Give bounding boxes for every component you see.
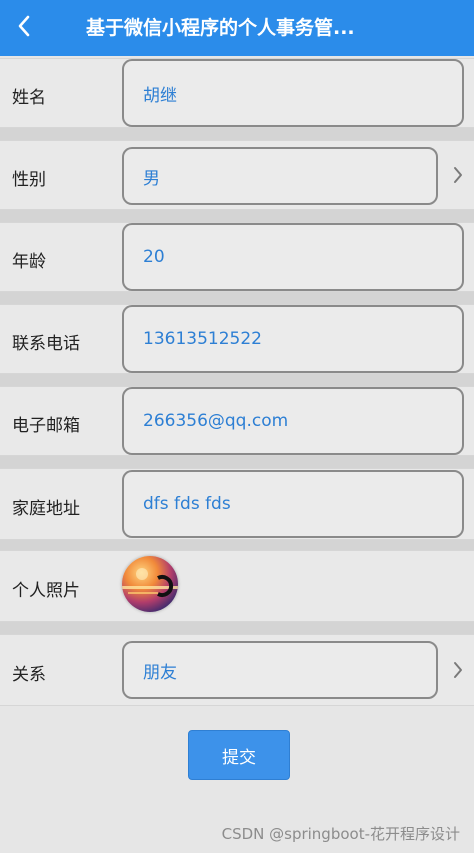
navbar: 基于微信小程序的个人事务管... (0, 0, 474, 56)
name-field[interactable]: 胡继 (122, 59, 464, 127)
chevron-left-icon (16, 14, 32, 42)
back-button[interactable] (6, 8, 42, 48)
watermark: CSDN @springboot-花开程序设计 (221, 825, 460, 843)
row-divider (0, 540, 474, 550)
avatar-photo[interactable] (122, 556, 178, 612)
row-divider (0, 292, 474, 304)
form-row-photo: 个人照片 (0, 550, 474, 622)
email-field[interactable]: 266356@qq.com (122, 387, 464, 455)
row-divider (0, 456, 474, 468)
photo-label: 个人照片 (12, 581, 80, 601)
submit-button[interactable]: 提交 (188, 730, 290, 780)
relation-label: 关系 (12, 665, 46, 685)
relation-select[interactable]: 朋友 (122, 641, 438, 699)
gender-select[interactable]: 男 (122, 147, 438, 205)
phone-field[interactable]: 13613512522 (122, 305, 464, 373)
email-label: 电子邮箱 (12, 416, 80, 436)
chevron-right-icon[interactable] (450, 165, 466, 185)
row-divider (0, 128, 474, 140)
address-field[interactable]: dfs fds fds (122, 470, 464, 538)
address-label: 家庭地址 (12, 499, 80, 519)
avatar-image-icon (122, 568, 178, 597)
page-title: 基于微信小程序的个人事务管... (86, 17, 355, 39)
age-label: 年龄 (12, 252, 46, 272)
row-divider (0, 622, 474, 634)
age-field[interactable]: 20 (122, 223, 464, 291)
chevron-right-icon[interactable] (450, 660, 466, 680)
row-divider (0, 210, 474, 222)
name-label: 姓名 (12, 88, 46, 108)
phone-label: 联系电话 (12, 334, 80, 354)
gender-label: 性别 (12, 170, 46, 190)
row-divider (0, 374, 474, 386)
